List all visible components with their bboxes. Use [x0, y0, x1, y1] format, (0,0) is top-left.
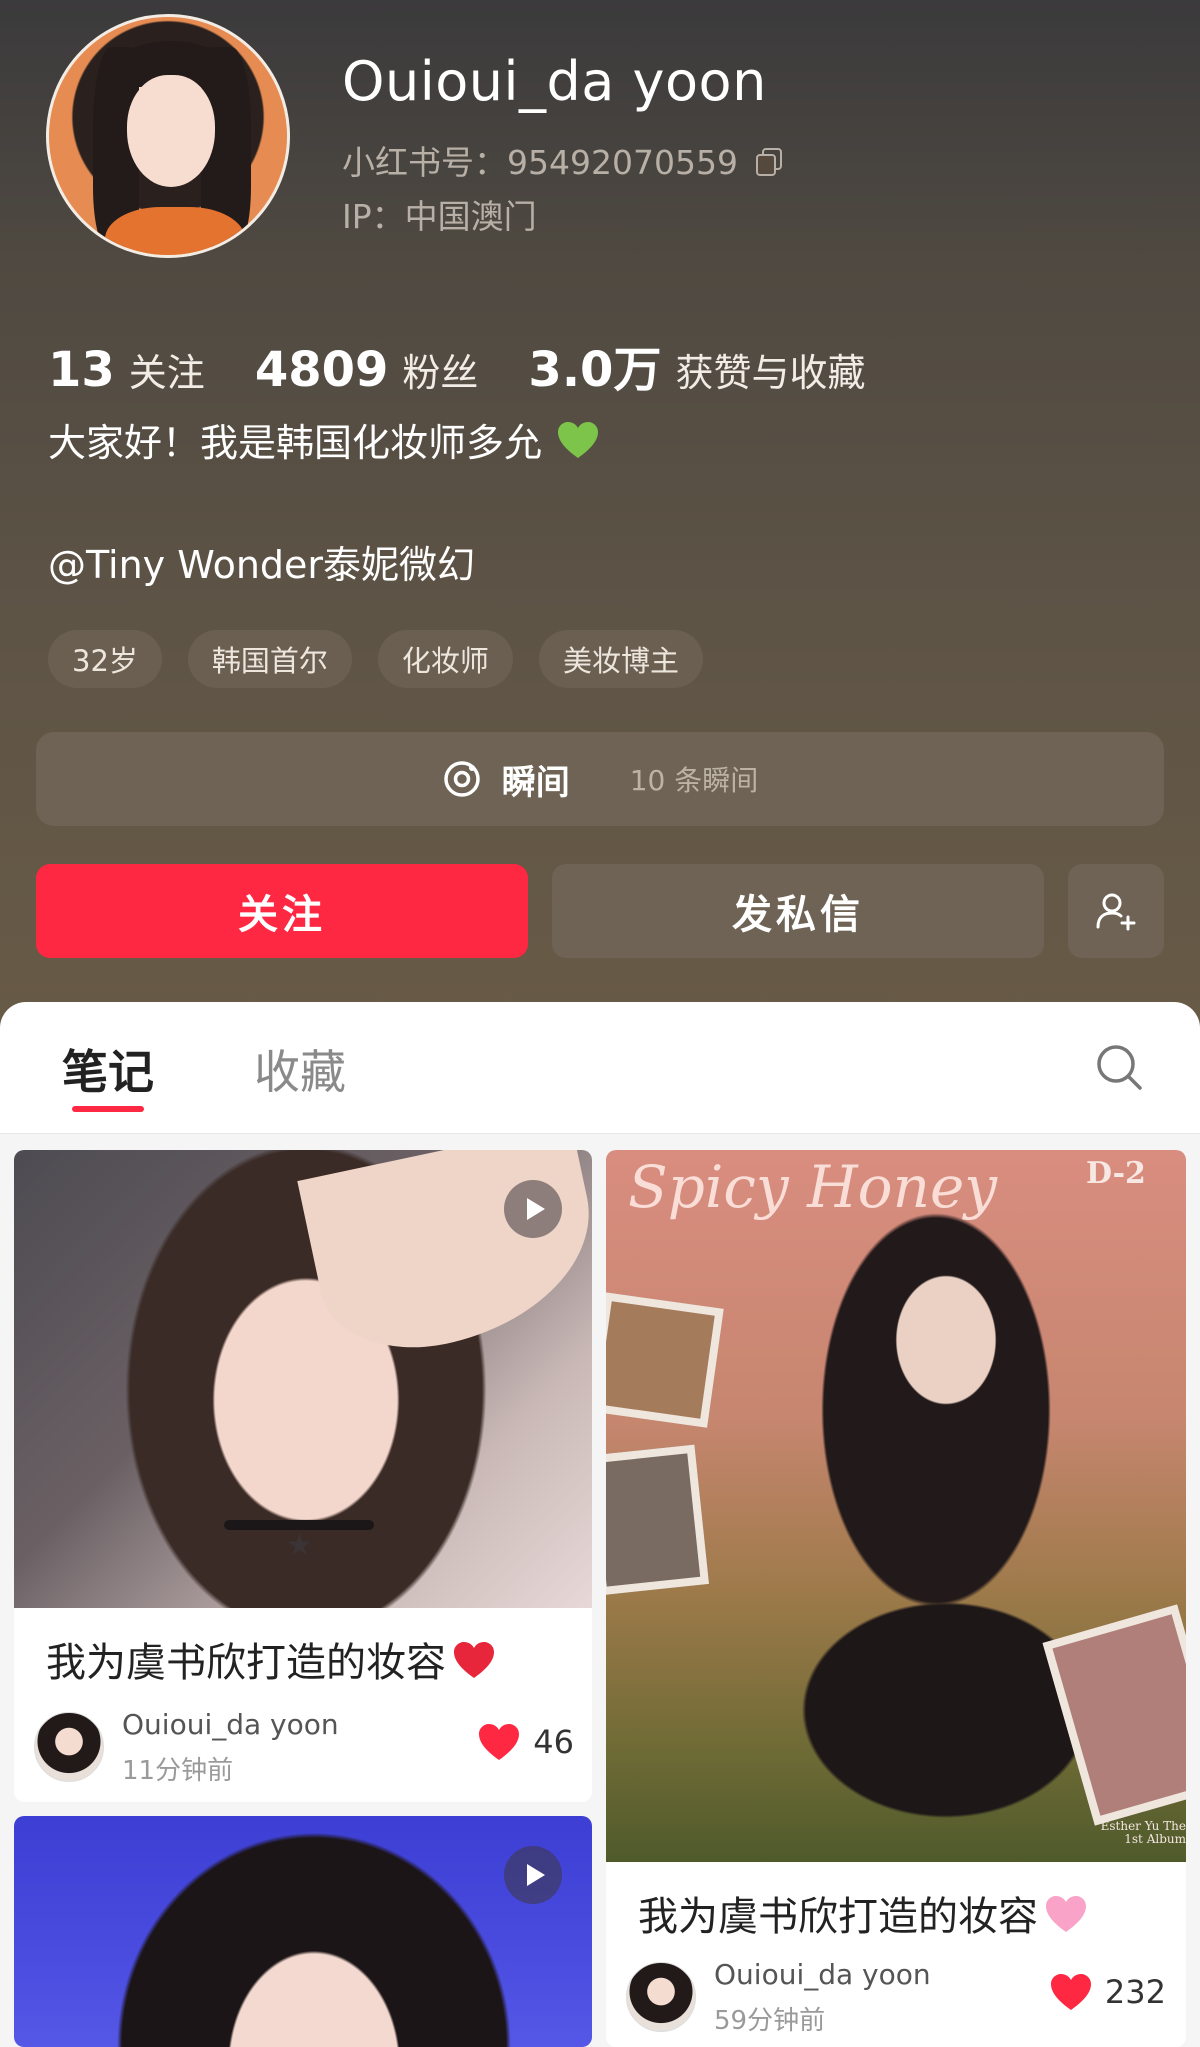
ip-location: IP：中国澳门 [342, 197, 537, 236]
author-avatar[interactable] [34, 1712, 104, 1782]
tag-blogger: 美妆博主 [538, 630, 703, 688]
content-tabs: 笔记 收藏 [0, 1002, 1200, 1134]
heart-icon [1050, 1974, 1091, 2010]
bio-mention-link[interactable]: @Tiny Wonder泰妮微幻 [48, 534, 475, 589]
profile-stats: 13 关注 4809 粉丝 3.0万 获赞与收藏 [48, 330, 915, 400]
profile-header: Ouioui_da yoon 小红书号：95492070559 IP：中国澳门 … [0, 0, 1200, 1040]
tag-location: 韩国首尔 [187, 630, 352, 688]
cover-script-text: Spicy Honey [628, 1153, 998, 1221]
follow-button[interactable]: 关注 [36, 864, 528, 958]
stat-following[interactable]: 13 关注 [48, 342, 205, 398]
note-card[interactable]: ★ 我为虞书欣打造的妆容 Ouioui_da yoon 11分钟前 46 [14, 1150, 592, 1802]
video-play-icon [504, 1180, 562, 1238]
profile-tags: 32岁 韩国首尔 化妆师 美妆博主 [48, 630, 703, 688]
cover-album-text: Esther Yu The 1st Album [1100, 1819, 1186, 1847]
profile-avatar[interactable] [46, 14, 290, 258]
note-title: 我为虞书欣打造的妆容 [46, 1630, 496, 1691]
profile-bio: 大家好！我是韩国化妆师多允 [48, 412, 600, 467]
note-card[interactable] [14, 1816, 592, 2047]
note-time: 11分钟前 [122, 1756, 234, 1786]
bio-text: 大家好！我是韩国化妆师多允 [48, 421, 543, 465]
author-name[interactable]: Ouioui_da yoon [714, 1958, 931, 1991]
profile-username: Ouioui_da yoon [342, 50, 767, 113]
note-title: 我为虞书欣打造的妆容 [638, 1884, 1088, 1945]
like-count: 46 [533, 1723, 574, 1761]
tag-age: 32岁 [48, 630, 162, 688]
tab-collect[interactable]: 收藏 [254, 1036, 346, 1102]
active-tab-indicator [72, 1106, 144, 1112]
tag-profession: 化妆师 [377, 630, 513, 688]
pink-heart-icon [1044, 1893, 1088, 1945]
copy-icon[interactable] [755, 148, 782, 176]
add-friend-button[interactable] [1068, 864, 1164, 958]
red-id-row: 小红书号：95492070559 [342, 136, 782, 184]
moments-title: 瞬间 [501, 762, 570, 803]
author-avatar[interactable] [626, 1962, 696, 2032]
cover-badge-text: D-2 [1086, 1156, 1146, 1191]
note-cover-image [14, 1816, 592, 2047]
search-icon[interactable] [1094, 1042, 1144, 1092]
stat-followers[interactable]: 4809 粉丝 [255, 342, 479, 398]
note-author-row: Ouioui_da yoon 11分钟前 46 [34, 1708, 574, 1786]
like-button[interactable]: 232 [1049, 1972, 1166, 2012]
green-heart-icon [556, 420, 600, 460]
message-button[interactable]: 发私信 [552, 864, 1044, 958]
author-name[interactable]: Ouioui_da yoon [122, 1708, 339, 1741]
note-author-row: Ouioui_da yoon 59分钟前 232 [626, 1958, 1166, 2036]
add-user-icon [1096, 893, 1136, 931]
stat-likes-collects[interactable]: 3.0万 获赞与收藏 [528, 330, 865, 400]
red-heart-icon [452, 1639, 496, 1691]
note-card[interactable]: Spicy Honey D-2 Esther Yu The 1st Album … [606, 1150, 1186, 2047]
heart-icon [479, 1724, 520, 1760]
tab-notes[interactable]: 笔记 [62, 1036, 154, 1102]
like-count: 232 [1104, 1973, 1166, 2011]
moments-icon [443, 761, 480, 797]
moments-count: 10 条瞬间 [629, 764, 759, 797]
video-play-icon [504, 1846, 562, 1904]
like-button[interactable]: 46 [477, 1722, 574, 1762]
moments-bar[interactable]: 瞬间 10 条瞬间 [36, 732, 1164, 826]
note-cover-image: Spicy Honey D-2 Esther Yu The 1st Album [606, 1150, 1186, 1862]
note-time: 59分钟前 [714, 2006, 826, 2036]
red-id-text: 小红书号：95492070559 [342, 143, 738, 182]
